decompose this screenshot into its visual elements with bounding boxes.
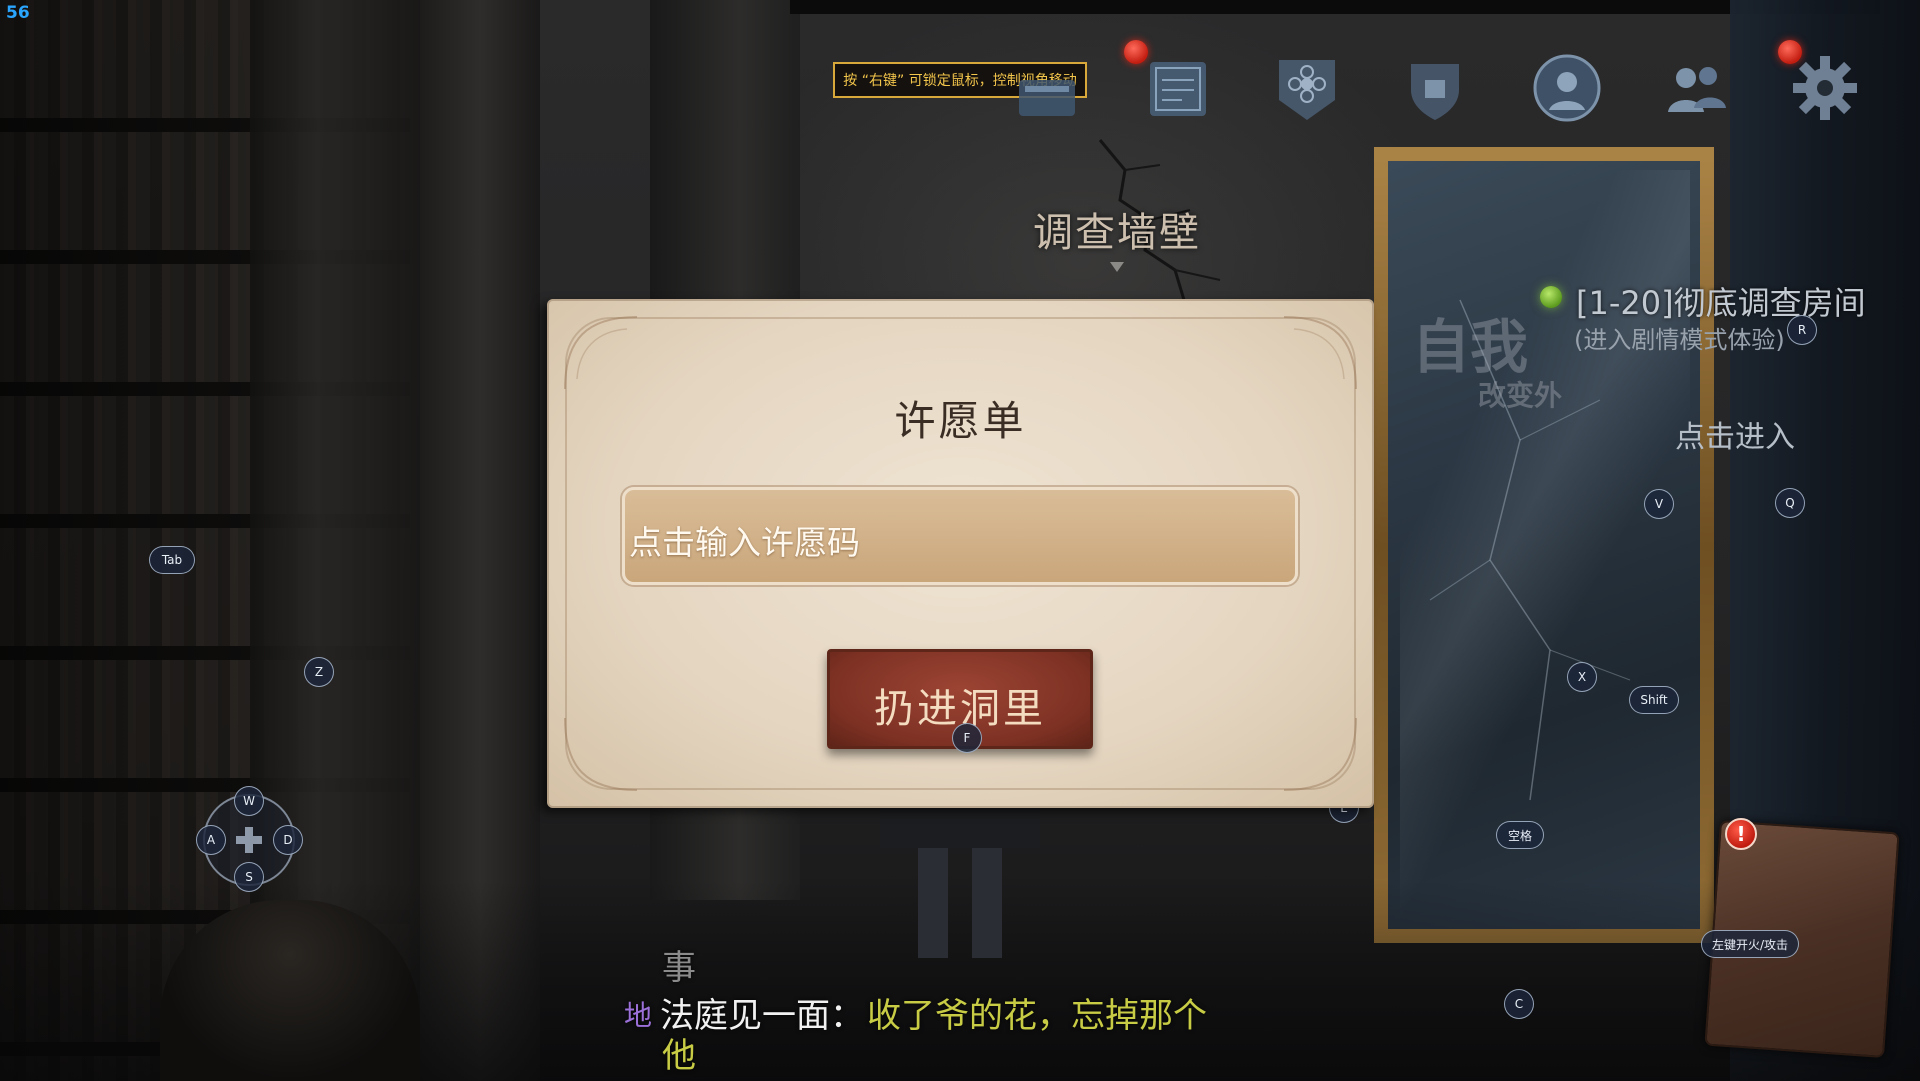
key-space-badge: 空格: [1496, 821, 1544, 849]
gear-icon[interactable]: [1787, 50, 1863, 126]
notebook-icon[interactable]: [1140, 50, 1216, 126]
friends-icon[interactable]: [1658, 50, 1734, 126]
key-s-badge[interactable]: S: [234, 862, 264, 892]
mirror-subtitle: 改变外: [1478, 379, 1563, 412]
card-icon[interactable]: [1009, 50, 1085, 126]
ceiling-strip: [790, 0, 1880, 14]
key-a-badge[interactable]: A: [196, 825, 226, 855]
dialog-title: 许愿单: [894, 397, 1027, 445]
prompt-arrow-icon: [1110, 262, 1124, 272]
corner-ornament: [1283, 717, 1357, 791]
interaction-prompt[interactable]: 调查墙壁: [960, 200, 1274, 258]
shield-icon[interactable]: [1397, 50, 1473, 126]
player-character: [880, 808, 1040, 958]
enter-button[interactable]: 点击进入: [1670, 412, 1800, 456]
subtitle-line-next: 他: [662, 1036, 696, 1076]
wish-code-placeholder: 点击输入许愿码: [629, 523, 860, 562]
key-c-badge: C: [1504, 989, 1534, 1019]
key-attack-badge: 左键开火/攻击: [1701, 930, 1799, 958]
key-d-badge[interactable]: D: [273, 825, 303, 855]
game-scene[interactable]: 56 按 “右键” 可锁定鼠标，控制视角移动 调查墙壁 自我 改变外 [1-20…: [0, 0, 1920, 1081]
key-shift-badge: Shift: [1629, 686, 1679, 714]
flower-emblem-icon[interactable]: [1269, 50, 1345, 126]
corner-ornament: [564, 316, 638, 390]
key-tab-badge: Tab: [149, 546, 195, 574]
wish-code-input[interactable]: 点击输入许愿码: [622, 487, 1298, 585]
quest-status-icon: [1540, 286, 1562, 308]
notification-dot: [1778, 40, 1802, 64]
subtitle-speaker: 地: [624, 999, 653, 1032]
key-v-badge: V: [1644, 489, 1674, 519]
key-q-badge: Q: [1775, 488, 1805, 518]
quest-title[interactable]: [1-20]彻底调查房间: [1576, 278, 1866, 324]
dpad-cross-icon: [236, 827, 262, 853]
corner-ornament: [1283, 316, 1357, 390]
corner-ornament: [564, 717, 638, 791]
quest-subtitle: (进入剧情模式体验): [1574, 326, 1785, 354]
key-z-badge: Z: [304, 657, 334, 687]
alert-icon: !: [1725, 818, 1757, 850]
subtitle-highlight: 收了爷的花，忘掉那个: [867, 996, 1207, 1036]
notification-dot: [1124, 40, 1148, 64]
wish-list-dialog: 许愿单 点击输入许愿码 扔进洞里 F: [547, 299, 1374, 808]
portrait-icon[interactable]: [1529, 50, 1605, 126]
key-w-badge[interactable]: W: [234, 786, 264, 816]
mirror-title: 自我: [1412, 313, 1529, 381]
fps-counter: 56: [6, 3, 30, 23]
subtitle-line-previous: 事: [662, 948, 696, 988]
key-r-badge: R: [1787, 315, 1817, 345]
key-x-badge: X: [1567, 662, 1597, 692]
key-f-badge: F: [952, 723, 982, 753]
